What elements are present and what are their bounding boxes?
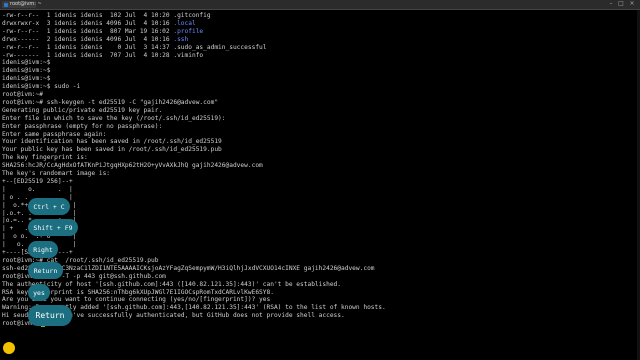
mouse-pointer-highlight [3, 342, 15, 354]
terminal-line: Enter same passphrase again: [2, 130, 107, 138]
terminal-line: Enter passphrase (empty for no passphras… [2, 122, 163, 130]
tab-terminal[interactable]: root@ivm: ~ [2, 1, 42, 8]
key-overlay-return-large: Return [28, 305, 72, 326]
terminal-line: -rw------- 1 idenis idenis 707 Jul 4 10:… [2, 51, 204, 59]
key-overlay-yes: yes [28, 284, 50, 301]
terminal-line: The key's randomart image is: [2, 170, 111, 177]
terminal-line: +--[ED25519 256]--+ [2, 177, 73, 185]
close-icon[interactable]: × [629, 1, 635, 7]
terminal-line: -rw-r--r-- 1 idenis idenis 0 Jul 3 14:37… [2, 43, 267, 51]
terminal-line: | o. . | [2, 185, 73, 193]
terminal-line: root@ivm:~# ssh-keygen -t ed25519 -C "ga… [2, 98, 219, 106]
terminal-line: The authenticity of host '[ssh.github.co… [2, 280, 341, 288]
terminal-line: Enter file in which to save the key (/ro… [2, 114, 226, 122]
terminal-line: -rw-r--r-- 1 idenis idenis 102 Jul 4 10:… [2, 12, 211, 19]
terminal-line: root@ivm:~# [2, 91, 43, 98]
terminal-output[interactable]: -rw-r--r-- 1 idenis idenis 102 Jul 4 10:… [0, 10, 640, 360]
terminal-icon [4, 2, 8, 7]
terminal-line: root@ivm:~# ssh -T -p 443 git@ssh.github… [2, 272, 166, 280]
terminal-line: idenis@ivm:~$ sudo -i [2, 83, 81, 91]
terminal-line: drwx------ 2 idenis idenis 4096 Jul 4 10… [2, 35, 189, 43]
terminal-line: Your identification has been saved in /r… [2, 138, 222, 146]
terminal-line: idenis@ivm:~$ [2, 59, 51, 67]
key-overlay-shift-f9: Shift + F9 [28, 219, 78, 236]
terminal-line: idenis@ivm:~$ [2, 67, 51, 75]
key-overlay-ctrl-c: Ctrl + C [28, 198, 70, 215]
terminal-line: -rw-r--r-- 1 idenis idenis 807 Mar 19 16… [2, 27, 204, 35]
terminal-line: drwxrwxr-x 3 idenis idenis 4096 Jul 4 10… [2, 19, 196, 27]
terminal-line: Your public key has been saved in /root/… [2, 146, 222, 154]
terminal-line: root@ivm:~# cat /root/.ssh/id_ed25519.pu… [2, 256, 159, 264]
key-overlay-right: Right [28, 241, 58, 258]
tab-title: root@ivm: ~ [10, 1, 42, 7]
terminal-line: SHA256:hcJR/CcAgHdxOfATKnPiJtgqHXp62tH2O… [2, 162, 263, 170]
terminal-line: idenis@ivm:~$ [2, 75, 51, 83]
key-overlay-return: Return [28, 262, 63, 279]
terminal-line: The key fingerprint is: [2, 154, 88, 162]
window-titlebar: root@ivm: ~ – □ × [0, 0, 640, 10]
maximize-icon[interactable]: □ [618, 1, 624, 7]
minimize-icon[interactable]: – [608, 1, 614, 7]
terminal-line: Generating public/private ed25519 key pa… [2, 106, 163, 114]
